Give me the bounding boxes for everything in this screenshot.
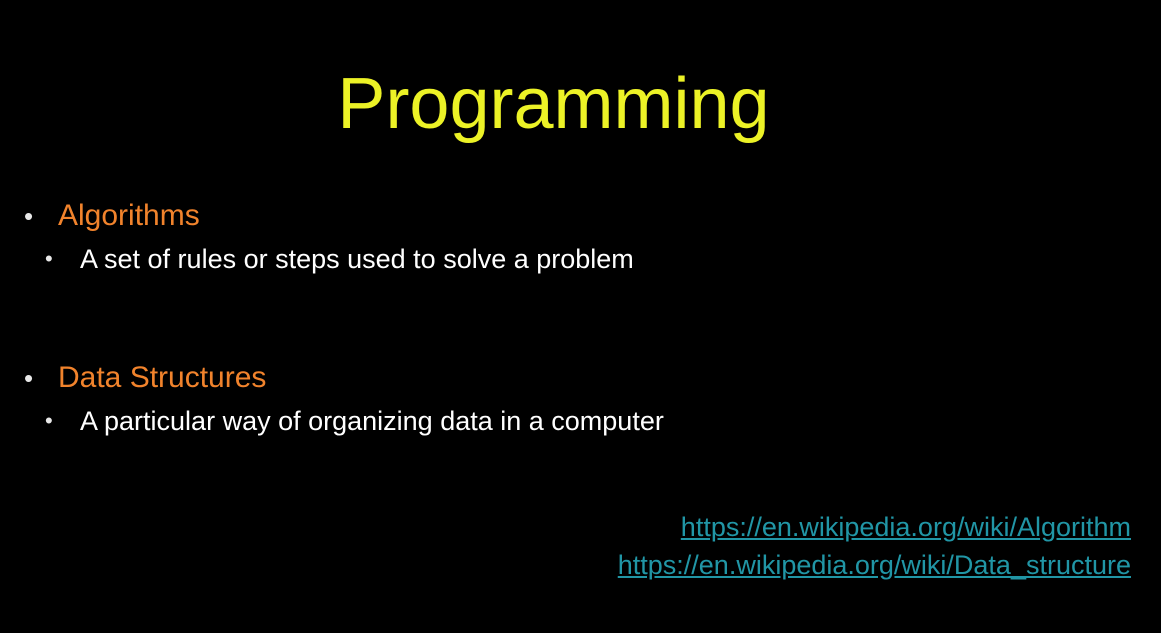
bullet-heading: Data Structures [58,361,267,394]
sub-bullet-icon: • [45,408,53,433]
bullet-detail: A set of rules or steps used to solve a … [80,244,634,274]
link-data-structure[interactable]: https://en.wikipedia.org/wiki/Data_struc… [618,546,1131,584]
sub-bullet-icon: • [45,246,53,271]
link-algorithm[interactable]: https://en.wikipedia.org/wiki/Algorithm [618,508,1131,546]
reference-links: https://en.wikipedia.org/wiki/Algorithm … [618,508,1131,584]
sub-bullet-data-structures: • A particular way of organizing data in… [0,400,1161,442]
slide: Programming • Algorithms • A set of rule… [0,0,1161,633]
bullet-algorithms: • Algorithms [0,194,1161,238]
bullet-icon: • [24,201,34,231]
bullet-heading: Algorithms [58,199,200,232]
bullet-detail: A particular way of organizing data in a… [80,406,664,436]
slide-title: Programming [337,64,770,144]
bullet-icon: • [24,363,34,393]
sub-bullet-algorithms: • A set of rules or steps used to solve … [0,238,1161,280]
spacer [0,280,1161,356]
bullet-list: • Algorithms • A set of rules or steps u… [0,194,1161,442]
bullet-data-structures: • Data Structures [0,356,1161,400]
